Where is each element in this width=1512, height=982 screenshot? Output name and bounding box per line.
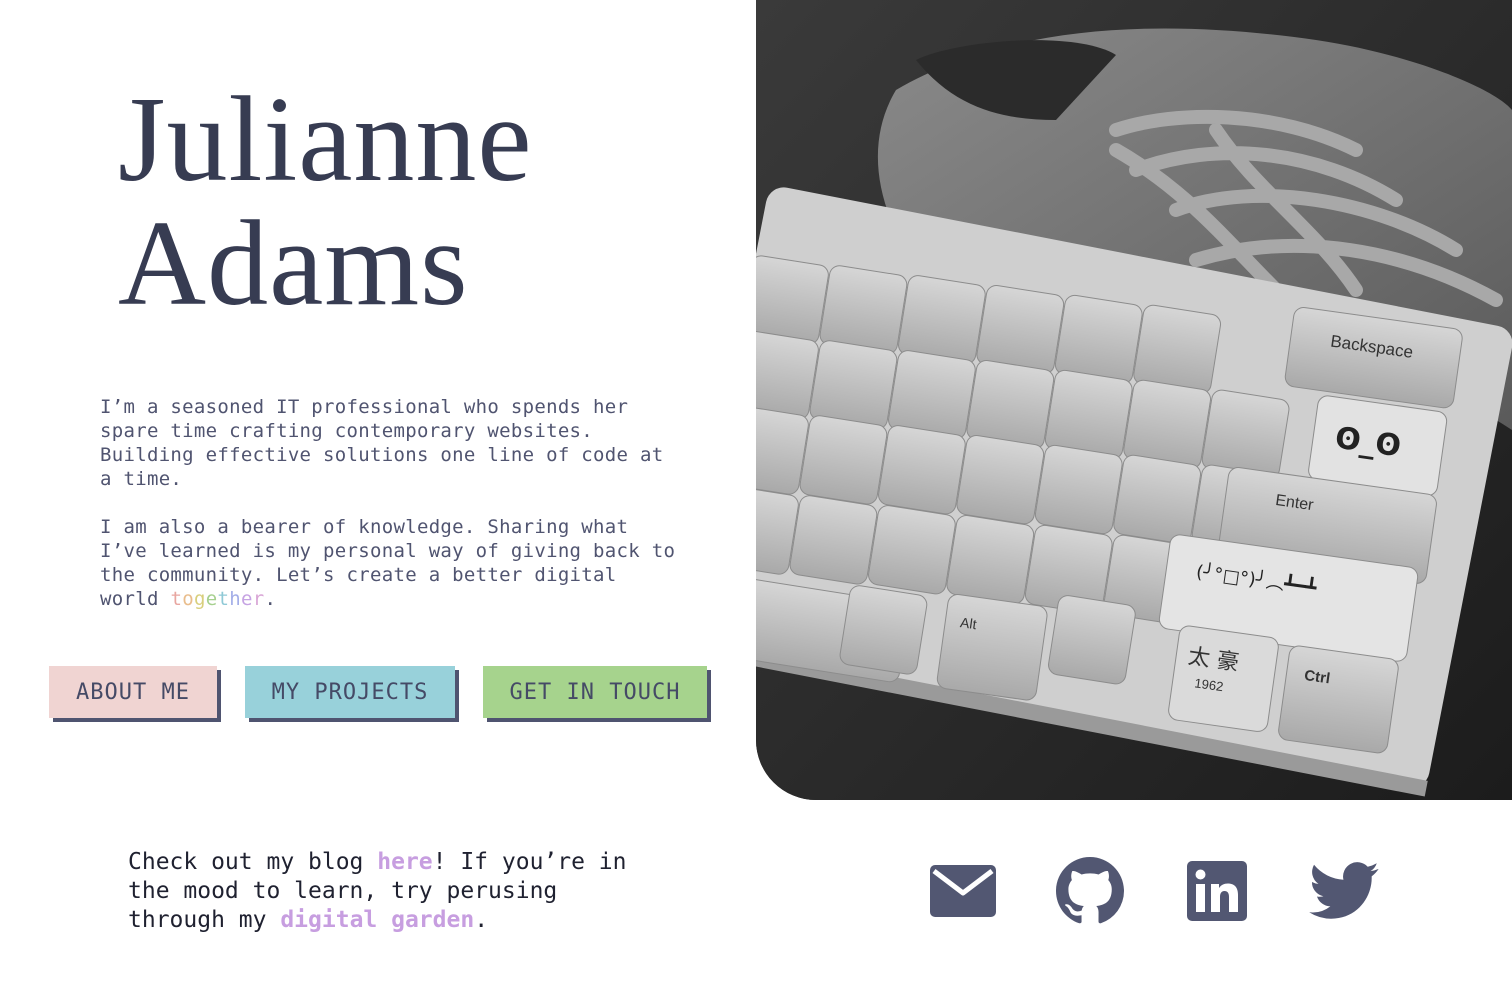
ctrl-label: Ctrl	[1303, 667, 1331, 687]
blog-suffix: .	[474, 907, 489, 933]
rainbow-letter: e	[205, 588, 218, 610]
blog-note: Check out my blog here! If you’re in the…	[128, 848, 668, 935]
blog-link[interactable]: here	[377, 849, 432, 875]
keyboard-photo: Backspace ʘ_ʘ Enter (╯°□°)╯︵┻━┻ Alt 太 豪 …	[756, 0, 1512, 800]
bio-paragraph-1: I’m a seasoned IT professional who spend…	[100, 396, 664, 490]
blog-prefix: Check out my blog	[128, 849, 378, 875]
twitter-link[interactable]	[1308, 855, 1380, 927]
rainbow-letter: r	[252, 588, 265, 610]
rainbow-letter: o	[182, 588, 194, 610]
keycap	[878, 425, 966, 515]
rainbow-letter: t	[217, 588, 230, 610]
keycap	[946, 514, 1035, 605]
keycap	[756, 255, 829, 345]
rainbow-word: together	[170, 588, 264, 610]
keycap	[789, 495, 878, 585]
name-last: Adams	[118, 196, 469, 331]
rainbow-letter: t	[170, 588, 183, 610]
rainbow-letter: e	[240, 588, 253, 610]
bio-paragraph-2: I am also a bearer of knowledge. Sharing…	[100, 515, 680, 611]
keycap	[956, 434, 1045, 525]
keycap	[1048, 595, 1136, 685]
rainbow-letter: h	[229, 588, 241, 610]
my-projects-button[interactable]: MY PROJECTS	[245, 666, 455, 718]
about-me-button[interactable]: ABOUT ME	[49, 666, 217, 718]
name-first: Julianne	[118, 72, 533, 207]
bio-period: .	[264, 588, 277, 610]
github-icon	[1056, 857, 1124, 924]
keycap	[1034, 444, 1123, 535]
keycap	[839, 585, 928, 675]
bio-section: I’m a seasoned IT professional who spend…	[100, 395, 680, 635]
get-in-touch-button[interactable]: GET IN TOUCH	[483, 666, 707, 718]
alt-label: Alt	[959, 614, 978, 632]
linkedin-link[interactable]	[1181, 855, 1253, 927]
keycap	[868, 505, 956, 595]
email-link[interactable]	[927, 855, 999, 927]
page-title: Julianne Adams	[118, 78, 533, 326]
digital-garden-link[interactable]: digital garden	[280, 907, 474, 933]
github-link[interactable]	[1054, 855, 1126, 927]
keycap	[1113, 454, 1202, 545]
mail-icon	[930, 865, 996, 917]
linkedin-icon	[1187, 861, 1247, 921]
hero-keyboard-image: Backspace ʘ_ʘ Enter (╯°□°)╯︵┻━┻ Alt 太 豪 …	[756, 0, 1512, 800]
rainbow-letter: g	[193, 588, 206, 610]
keycap	[799, 415, 888, 505]
twitter-icon	[1309, 862, 1379, 919]
